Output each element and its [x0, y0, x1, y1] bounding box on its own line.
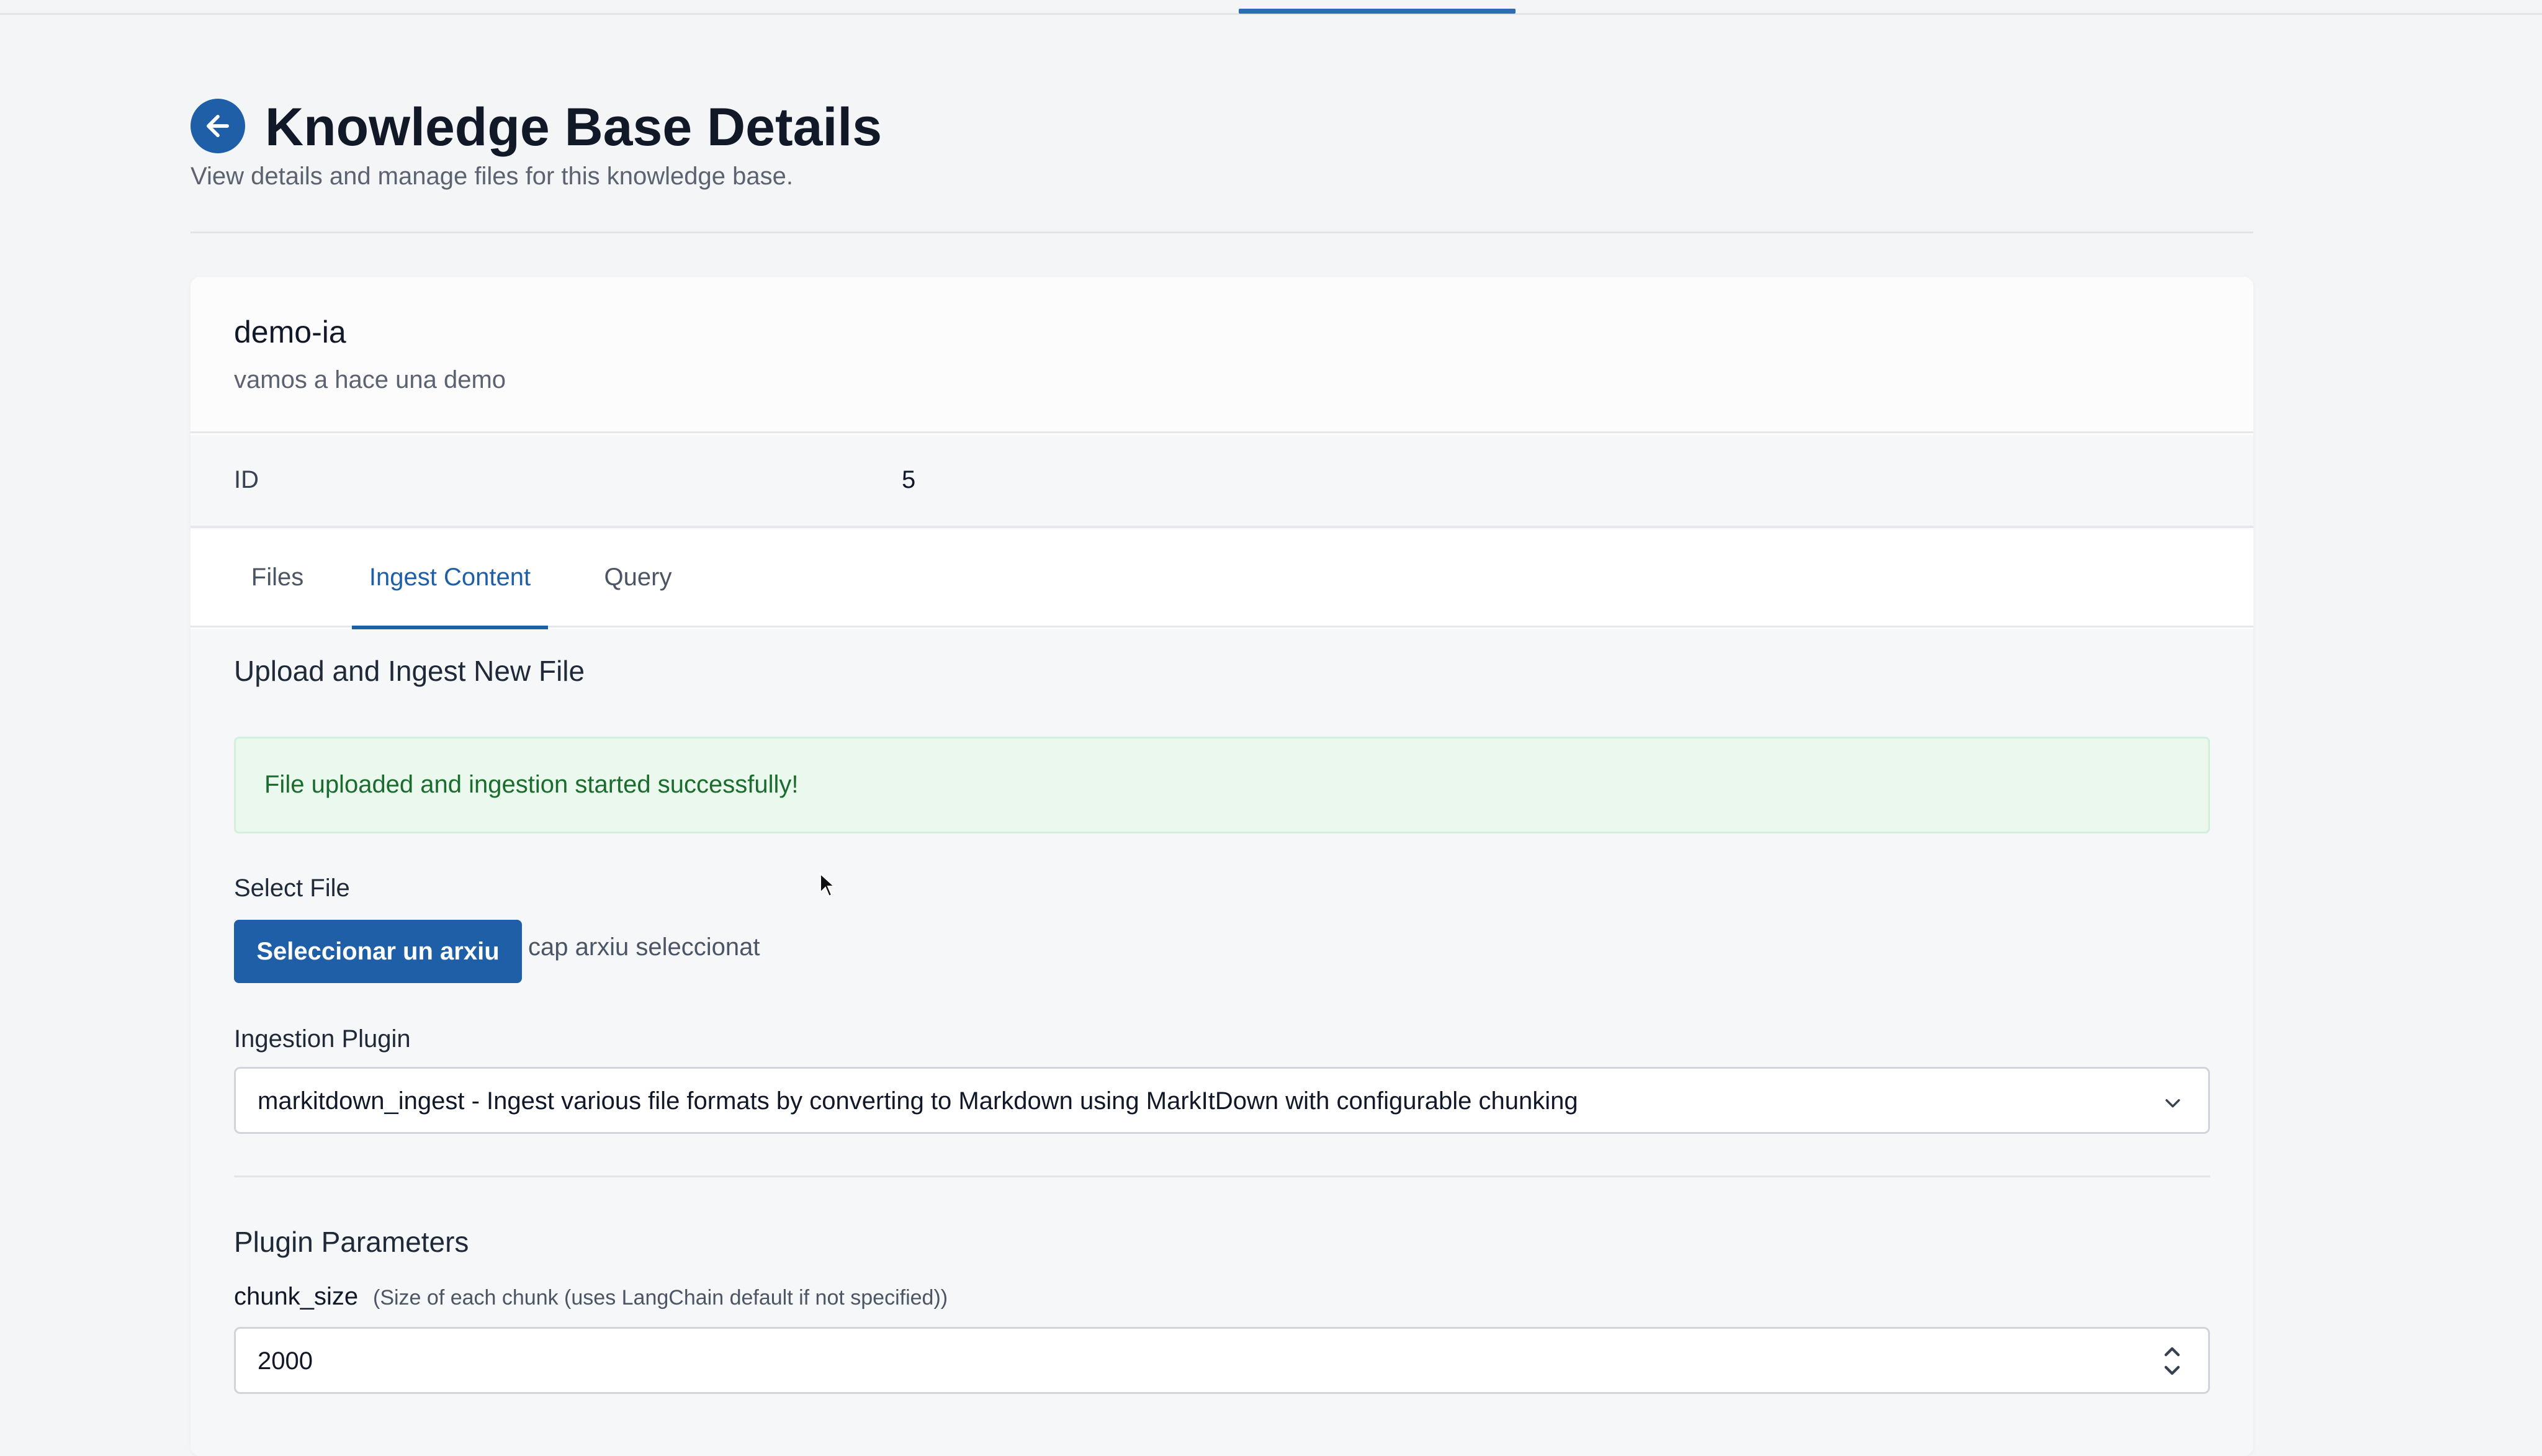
page-title: Knowledge Base Details [265, 97, 883, 157]
page-subtitle: View details and manage files for this k… [191, 163, 793, 190]
chunk-size-help: (Size of each chunk (uses LangChain defa… [373, 1286, 948, 1310]
tab-files[interactable]: Files [240, 531, 315, 627]
ingest-panel: Upload and Ingest New File File uploaded… [191, 629, 2253, 1456]
ingestion-plugin-select[interactable]: markitdown_ingest - Ingest various file … [234, 1067, 2210, 1134]
id-row: ID 5 [191, 435, 2253, 528]
success-alert: File uploaded and ingestion started succ… [234, 737, 2210, 834]
chevron-down-icon [2165, 1099, 2180, 1108]
browser-top-strip [0, 0, 2542, 15]
chunk-size-label: chunk_size [234, 1283, 359, 1310]
ingestion-plugin-label: Ingestion Plugin [234, 1025, 411, 1053]
plugin-parameters-title: Plugin Parameters [234, 1226, 469, 1258]
active-tab-indicator [1239, 9, 1516, 14]
card-header: demo-ia vamos a hace una demo [191, 277, 2253, 433]
ingestion-plugin-value: markitdown_ingest - Ingest various file … [258, 1087, 1578, 1115]
arrow-left-icon [207, 115, 229, 137]
section-divider [234, 1175, 2210, 1177]
knowledge-base-card: demo-ia vamos a hace una demo ID 5 Files… [191, 277, 2253, 1456]
id-label: ID [234, 466, 259, 493]
success-alert-text: File uploaded and ingestion started succ… [264, 771, 799, 798]
chunk-size-value: 2000 [258, 1347, 313, 1375]
back-button[interactable] [191, 99, 245, 153]
kb-name: demo-ia [234, 315, 346, 349]
mouse-cursor-icon [820, 873, 835, 897]
tab-bar: Files Ingest Content Query [191, 531, 2253, 629]
id-value: 5 [902, 466, 916, 493]
kb-description: vamos a hace una demo [234, 366, 506, 393]
tab-ingest-content[interactable]: Ingest Content [352, 531, 548, 629]
tab-query[interactable]: Query [591, 531, 685, 627]
select-file-label: Select File [234, 874, 350, 902]
stepper-arrows-icon[interactable] [2160, 1340, 2185, 1382]
select-file-button[interactable]: Seleccionar un arxiu [234, 920, 522, 983]
file-status-text: cap arxiu seleccionat [528, 933, 760, 961]
upload-section-title: Upload and Ingest New File [234, 655, 585, 687]
chunk-size-input[interactable]: 2000 [234, 1327, 2210, 1394]
header-divider [191, 231, 2253, 233]
